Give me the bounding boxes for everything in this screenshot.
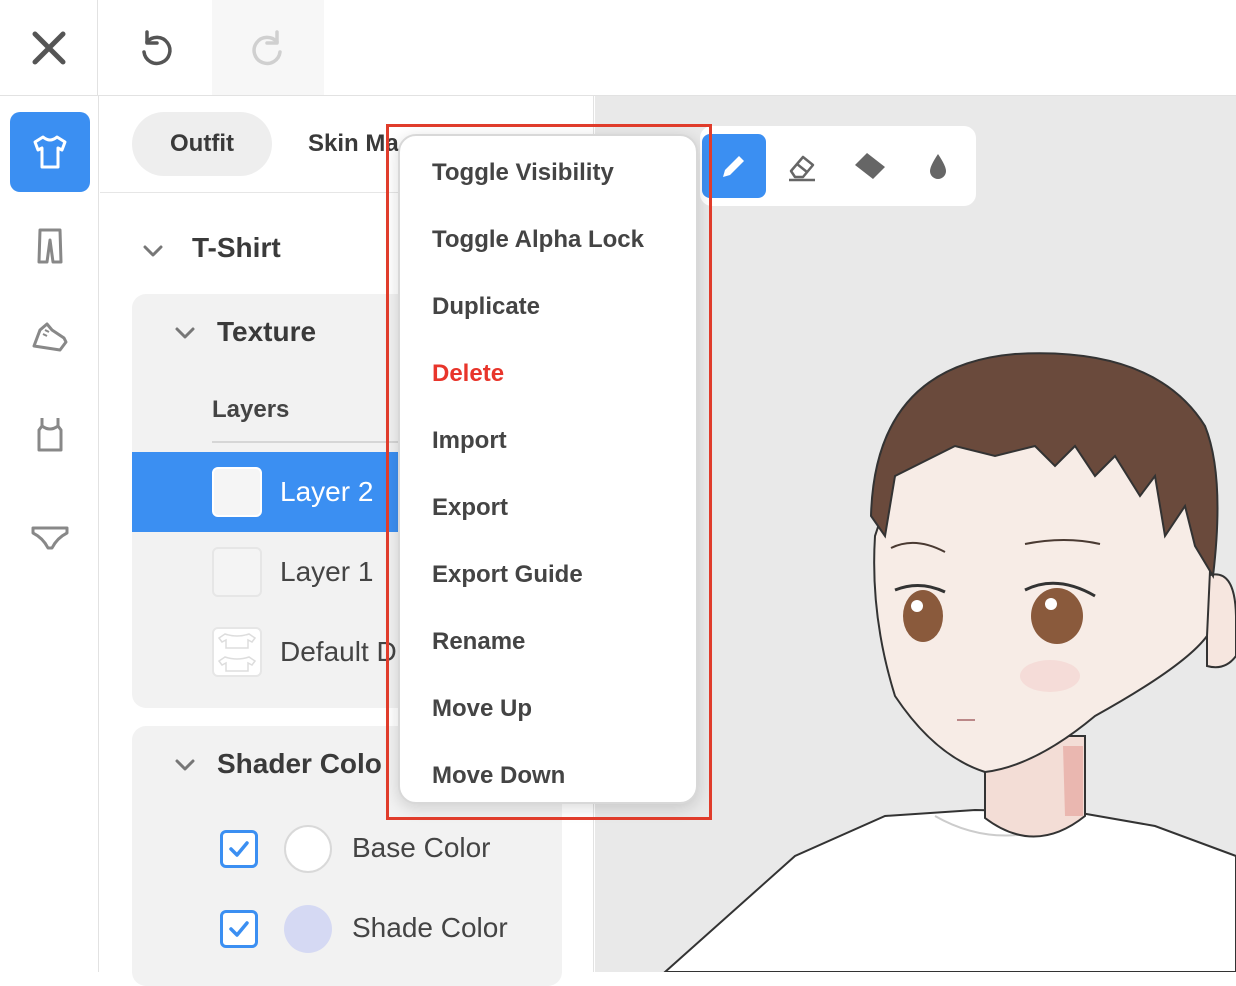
tab-outfit-label: Outfit [170, 130, 234, 157]
item-title: T-Shirt [192, 232, 281, 263]
base-color-checkbox[interactable] [220, 830, 258, 868]
layer-row-layer-1[interactable]: Layer 1 [132, 532, 398, 612]
shoe-icon [32, 322, 68, 352]
base-color-label: Base Color [352, 832, 491, 863]
close-icon [32, 31, 65, 64]
tab-skin-label: Skin Ma [308, 130, 399, 157]
menu-item-duplicate[interactable]: Duplicate [432, 282, 682, 332]
menu-item-move-up[interactable]: Move Up [432, 684, 682, 734]
pants-icon [37, 228, 63, 264]
sidebar-item-shoes[interactable] [10, 296, 90, 376]
layer-label: Layer 1 [280, 556, 374, 587]
tank-top-icon [37, 418, 63, 452]
eraser-icon [789, 155, 815, 182]
chevron-down-icon[interactable] [142, 240, 164, 262]
menu-item-import[interactable]: Import [432, 416, 682, 466]
layer-row-layer-2[interactable]: Layer 2 [132, 452, 398, 532]
checkmark-icon [229, 841, 249, 857]
base-color-swatch[interactable] [284, 825, 332, 873]
layer-context-menu: Toggle Visibility Toggle Alpha Lock Dupl… [398, 134, 698, 804]
paint-toolbar [700, 126, 976, 206]
shirt-thumbnail-icon [217, 655, 257, 672]
close-button[interactable] [0, 0, 98, 95]
menu-item-toggle-alpha-lock[interactable]: Toggle Alpha Lock [432, 215, 682, 265]
menu-item-export[interactable]: Export [432, 483, 682, 533]
menu-item-move-down[interactable]: Move Down [432, 751, 682, 801]
redo-button[interactable] [212, 0, 324, 95]
pencil-tool-button[interactable] [702, 134, 766, 198]
shirt-thumbnail-icon [217, 632, 257, 649]
menu-item-delete[interactable]: Delete [432, 349, 682, 399]
menu-item-export-guide[interactable]: Export Guide [432, 550, 682, 600]
layers-label: Layers [212, 396, 290, 423]
undo-icon [142, 29, 172, 65]
chevron-down-icon[interactable] [174, 322, 196, 344]
checkmark-icon [229, 921, 249, 937]
chevron-down-icon[interactable] [174, 754, 196, 776]
shade-color-checkbox[interactable] [220, 910, 258, 948]
menu-item-toggle-visibility[interactable]: Toggle Visibility [432, 148, 682, 198]
texture-title: Texture [217, 316, 317, 347]
tab-outfit[interactable]: Outfit [132, 112, 272, 176]
fill-bucket-icon [855, 153, 885, 179]
underwear-icon [31, 526, 69, 550]
category-sidebar [0, 96, 99, 972]
sidebar-item-tank-tops[interactable] [10, 394, 90, 474]
shade-color-label: Shade Color [352, 912, 508, 943]
redo-icon [252, 29, 282, 65]
menu-item-rename[interactable]: Rename [432, 617, 682, 667]
shader-color-title: Shader Colo [217, 748, 382, 779]
shade-color-swatch[interactable] [284, 905, 332, 953]
layer-label: Default D [280, 636, 397, 667]
layer-thumbnail [212, 627, 262, 677]
tshirt-icon [33, 135, 67, 169]
layer-row-default[interactable]: Default D [132, 612, 398, 692]
dropper-icon [930, 154, 946, 179]
layer-thumbnail [212, 467, 262, 517]
eraser-tool-button[interactable] [770, 134, 834, 198]
fill-tool-button[interactable] [838, 134, 902, 198]
sidebar-item-tops[interactable] [10, 112, 90, 192]
layer-label: Layer 2 [280, 476, 374, 507]
pencil-icon [723, 156, 744, 177]
sidebar-item-bottoms[interactable] [10, 206, 90, 286]
undo-button[interactable] [100, 0, 212, 95]
sidebar-item-underwear[interactable] [10, 496, 90, 576]
layer-thumbnail [212, 547, 262, 597]
dropper-tool-button[interactable] [906, 134, 970, 198]
